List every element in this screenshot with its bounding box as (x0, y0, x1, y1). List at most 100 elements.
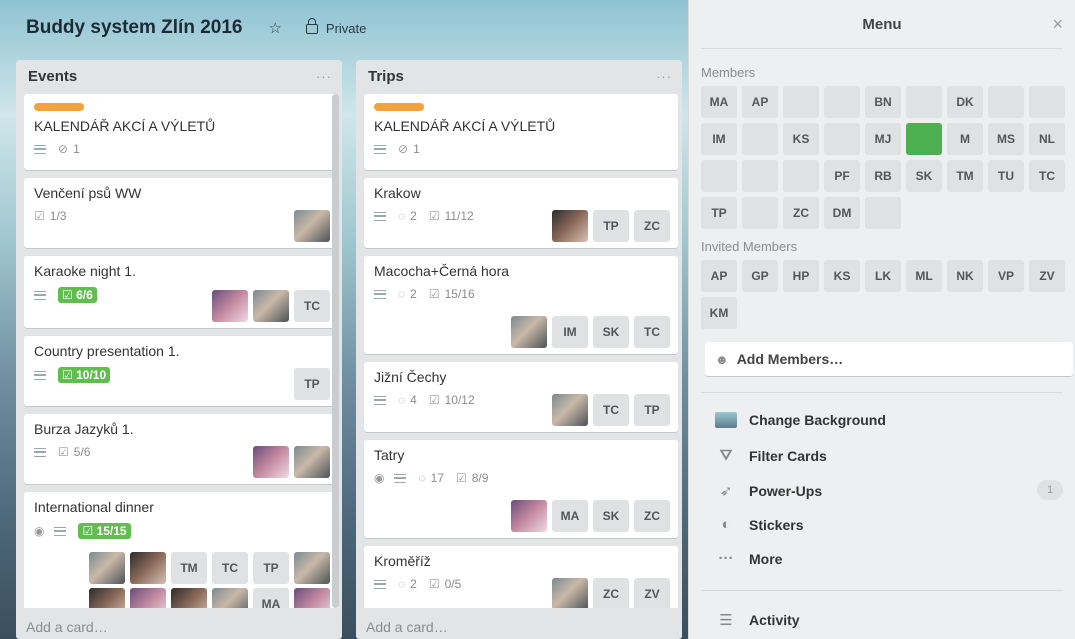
card[interactable]: Burza Jazyků 1. ☑ 5/6 (24, 414, 338, 484)
avatar[interactable]: TP (634, 394, 670, 426)
card[interactable]: International dinner ◉ ☑ 15/15 TM TC TP … (24, 492, 338, 608)
invited-avatar[interactable]: VP (988, 260, 1024, 292)
avatar[interactable]: TP (253, 552, 289, 584)
add-card-button[interactable]: Add a card… (356, 611, 682, 639)
member-avatar[interactable]: TC (1029, 160, 1065, 192)
list-title[interactable]: Events (28, 68, 77, 85)
avatar[interactable] (511, 316, 547, 348)
member-avatar[interactable]: TM (947, 160, 983, 192)
star-icon[interactable]: ☆ (268, 19, 281, 37)
avatar[interactable] (253, 290, 289, 322)
member-avatar[interactable]: TP (701, 197, 737, 229)
avatar[interactable] (130, 588, 166, 608)
avatar[interactable]: ZC (634, 210, 670, 242)
member-avatar[interactable] (824, 123, 860, 155)
avatar[interactable]: TC (294, 290, 330, 322)
avatar[interactable]: TC (593, 394, 629, 426)
avatar[interactable]: SK (593, 316, 629, 348)
filter-cards-item[interactable]: ⛛ Filter Cards (715, 447, 827, 464)
member-avatar[interactable] (865, 197, 901, 229)
card[interactable]: Krakow ◌ 2 ☑ 11/12 TP ZC (364, 178, 678, 248)
member-avatar[interactable] (701, 160, 737, 192)
member-avatar[interactable]: NL (1029, 123, 1065, 155)
member-avatar[interactable]: BN (865, 86, 901, 118)
avatar[interactable] (552, 578, 588, 608)
member-avatar[interactable]: M (947, 123, 983, 155)
member-avatar[interactable]: DK (947, 86, 983, 118)
list-scrollbar[interactable] (332, 94, 339, 608)
stickers-item[interactable]: ◐ Stickers (715, 516, 803, 533)
member-avatar[interactable]: MS (988, 123, 1024, 155)
avatar[interactable]: TC (634, 316, 670, 348)
member-avatar[interactable] (906, 86, 942, 118)
avatar[interactable]: ZC (593, 578, 629, 608)
add-card-button[interactable]: Add a card… (16, 611, 342, 639)
invited-avatar[interactable]: ZV (1029, 260, 1065, 292)
visibility-button[interactable]: Private (305, 18, 366, 36)
activity-item[interactable]: ☰ Activity (715, 611, 799, 629)
member-avatar[interactable]: MA (701, 86, 737, 118)
member-avatar[interactable] (824, 86, 860, 118)
avatar[interactable]: MA (552, 500, 588, 532)
invited-avatar[interactable]: GP (742, 260, 778, 292)
avatar[interactable] (212, 290, 248, 322)
member-avatar[interactable] (742, 197, 778, 229)
card[interactable]: Venčení psů WW ☑ 1/3 (24, 178, 338, 248)
member-avatar[interactable]: TU (988, 160, 1024, 192)
invited-avatar[interactable]: AP (701, 260, 737, 292)
avatar[interactable] (212, 588, 248, 608)
avatar[interactable] (294, 210, 330, 242)
list-title[interactable]: Trips (368, 68, 404, 85)
change-background-item[interactable]: Change Background (715, 412, 886, 428)
avatar[interactable] (294, 552, 330, 584)
invited-avatar[interactable]: LK (865, 260, 901, 292)
member-avatar[interactable]: MJ (865, 123, 901, 155)
avatar[interactable]: MA (253, 588, 289, 608)
card[interactable]: KALENDÁŘ AKCÍ A VÝLETŮ ⊘ 1 (364, 94, 678, 170)
member-avatar[interactable]: SK (906, 160, 942, 192)
invited-avatar[interactable]: HP (783, 260, 819, 292)
avatar[interactable] (511, 500, 547, 532)
invited-avatar[interactable]: NK (947, 260, 983, 292)
avatar[interactable]: IM (552, 316, 588, 348)
card[interactable]: KALENDÁŘ AKCÍ A VÝLETŮ ⊘ 1 (24, 94, 338, 170)
member-avatar[interactable] (783, 160, 819, 192)
member-avatar[interactable]: ZC (783, 197, 819, 229)
avatar[interactable] (552, 394, 588, 426)
card[interactable]: Jižní Čechy ◌ 4 ☑ 10/12 TC TP (364, 362, 678, 432)
invited-avatar[interactable]: ML (906, 260, 942, 292)
board-title[interactable]: Buddy system Zlín 2016 (26, 17, 242, 39)
member-avatar[interactable] (742, 160, 778, 192)
avatar[interactable]: TP (593, 210, 629, 242)
add-members-button[interactable]: ☻ Add Members… (705, 342, 1073, 376)
list-menu-icon[interactable]: ··· (316, 69, 332, 84)
member-avatar[interactable] (1029, 86, 1065, 118)
avatar[interactable]: TP (294, 368, 330, 400)
member-avatar[interactable]: PF (824, 160, 860, 192)
avatar[interactable]: SK (593, 500, 629, 532)
card[interactable]: Country presentation 1. ☑ 10/10 TP (24, 336, 338, 406)
invited-avatar[interactable]: KS (824, 260, 860, 292)
member-avatar[interactable]: IM (701, 123, 737, 155)
member-avatar[interactable]: AP (742, 86, 778, 118)
close-icon[interactable]: × (1052, 14, 1063, 35)
invited-avatar[interactable]: KM (701, 297, 737, 329)
card[interactable]: Macocha+Černá hora ◌ 2 ☑ 15/16 IM SK TC (364, 256, 678, 354)
avatar[interactable]: ZC (634, 500, 670, 532)
member-avatar[interactable] (906, 123, 942, 155)
avatar[interactable] (294, 588, 330, 608)
card[interactable]: Tatry ◉ ◌ 17 ☑ 8/9 MA SK ZC (364, 440, 678, 538)
member-avatar[interactable] (742, 123, 778, 155)
member-avatar[interactable]: KS (783, 123, 819, 155)
avatar[interactable] (552, 210, 588, 242)
avatar[interactable]: ZV (634, 578, 670, 608)
avatar[interactable] (89, 552, 125, 584)
member-avatar[interactable]: RB (865, 160, 901, 192)
member-avatar[interactable] (783, 86, 819, 118)
power-ups-item[interactable]: ➶ Power-Ups (715, 482, 822, 500)
avatar[interactable] (253, 446, 289, 478)
member-avatar[interactable]: DM (824, 197, 860, 229)
avatar[interactable]: TC (212, 552, 248, 584)
avatar[interactable] (130, 552, 166, 584)
card[interactable]: Karaoke night 1. ☑ 6/6 TC (24, 256, 338, 328)
